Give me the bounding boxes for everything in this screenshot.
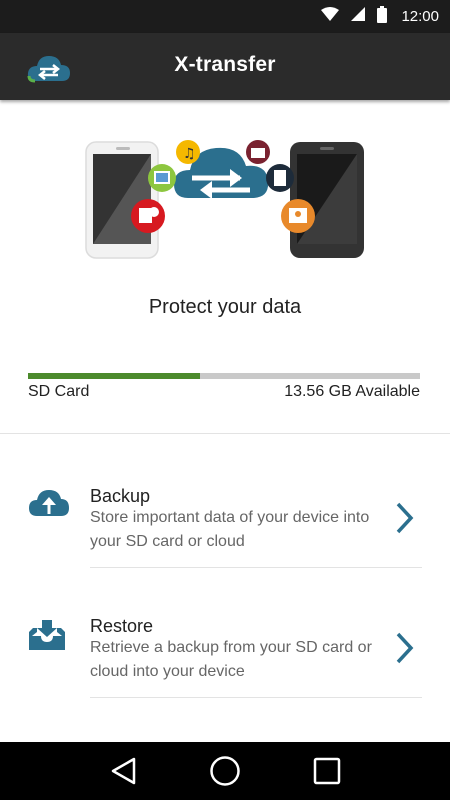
message-bubble-icon: [131, 199, 165, 233]
app-bar: X-transfer: [0, 33, 450, 100]
chevron-right-icon[interactable]: [395, 631, 415, 665]
status-time: 12:00: [401, 8, 439, 25]
home-icon[interactable]: [208, 754, 242, 788]
restore-option[interactable]: Restore Retrieve a backup from your SD c…: [0, 600, 450, 710]
restore-description: Retrieve a backup from your SD card or c…: [90, 639, 372, 680]
row-divider: [90, 567, 422, 568]
wifi-icon: [321, 7, 340, 26]
storage-bar: [28, 373, 420, 379]
tagline: Protect your data: [148, 296, 302, 318]
contact-bubble-icon: [281, 199, 315, 233]
backup-description: Store important data of your device into…: [90, 509, 370, 550]
chevron-right-icon[interactable]: [395, 501, 415, 535]
storage-available: 13.56 GB Available: [284, 383, 420, 400]
svg-text:♫: ♫: [183, 146, 196, 162]
app-title: X-transfer: [174, 53, 276, 76]
storage-indicator: SD Card 13.56 GB Available: [28, 373, 420, 401]
document-bubble-icon: [266, 164, 294, 192]
cloud-upload-icon: [29, 488, 69, 521]
signal-icon: [351, 7, 366, 26]
video-bubble-icon: [246, 140, 270, 164]
row-divider: [90, 697, 422, 698]
battery-icon: [377, 5, 388, 28]
status-bar: 12:00: [0, 0, 450, 33]
navigation-bar: [0, 742, 450, 800]
storage-name: SD Card: [28, 383, 90, 400]
divider: [0, 433, 450, 434]
music-bubble-icon: ♫: [176, 140, 200, 164]
backup-title: Backup: [90, 486, 151, 506]
backup-option[interactable]: Backup Store important data of your devi…: [0, 470, 450, 580]
inbox-download-icon: [29, 618, 65, 655]
photo-bubble-icon: [148, 164, 176, 192]
hero-illustration: ♫: [80, 120, 370, 270]
back-icon[interactable]: [106, 754, 140, 788]
restore-title: Restore: [90, 616, 154, 636]
storage-bar-fill: [28, 373, 201, 379]
recents-icon[interactable]: [310, 754, 344, 788]
